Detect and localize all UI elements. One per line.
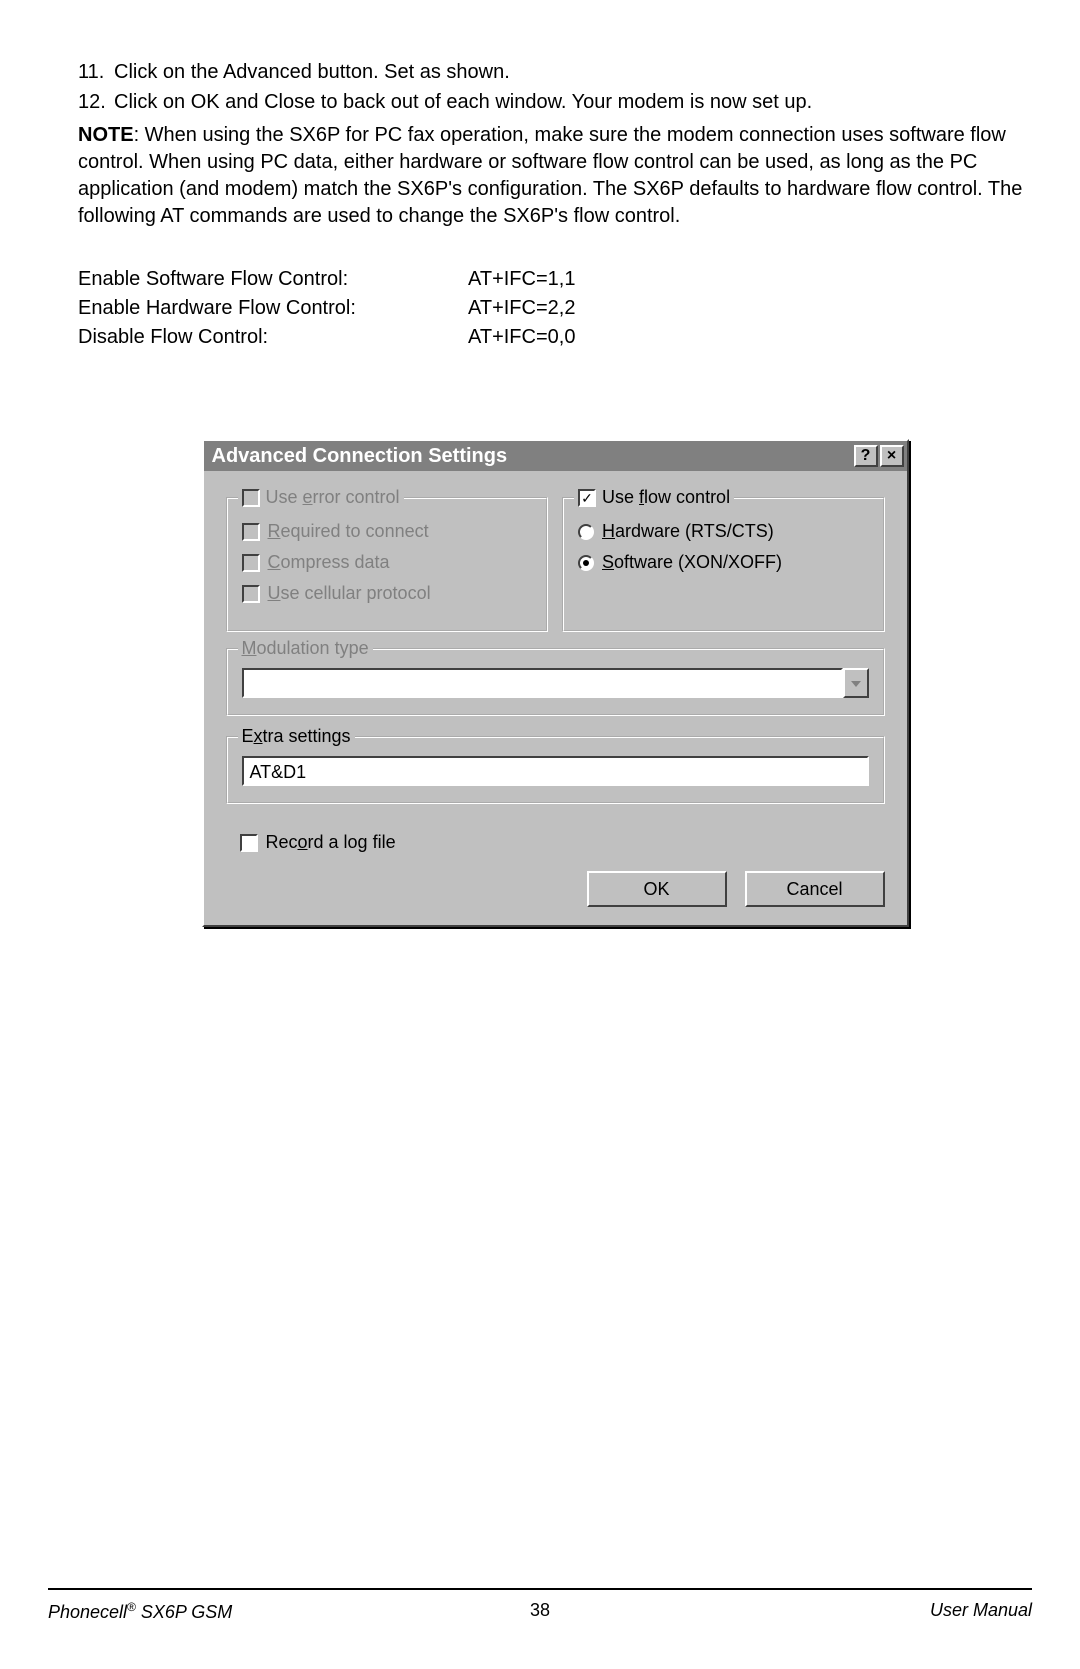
at-row-3-label: Disable Flow Control:: [78, 326, 468, 349]
dialog-title: Advanced Connection Settings: [212, 445, 852, 468]
at-command-table: Enable Software Flow Control: AT+IFC=1,1…: [78, 268, 1032, 349]
cancel-button-label: Cancel: [786, 879, 842, 900]
at-row-3: Disable Flow Control: AT+IFC=0,0: [78, 326, 1032, 349]
extra-settings-input[interactable]: AT&D1: [242, 756, 869, 786]
compress-data-label: Compress data: [268, 552, 390, 573]
help-button[interactable]: ?: [854, 445, 878, 467]
advanced-connection-settings-dialog: Advanced Connection Settings ? × Use err…: [202, 439, 909, 927]
instruction-12: 12.Click on OK and Close to back out of …: [78, 88, 1032, 116]
extra-settings-group: Extra settings AT&D1: [226, 736, 885, 804]
at-row-3-cmd: AT+IFC=0,0: [468, 326, 575, 349]
registered-mark: ®: [127, 1600, 136, 1614]
at-row-2-label: Enable Hardware Flow Control:: [78, 297, 468, 320]
modulation-type-input[interactable]: [242, 668, 843, 698]
titlebar[interactable]: Advanced Connection Settings ? ×: [204, 441, 907, 471]
record-log-file-checkbox[interactable]: [240, 834, 258, 852]
instruction-12-number: 12.: [78, 88, 114, 116]
instruction-12-text: Click on OK and Close to back out of eac…: [114, 91, 812, 113]
use-cellular-protocol-label: Use cellular protocol: [268, 583, 431, 604]
use-flow-control-label: Use flow control: [602, 487, 730, 508]
chevron-down-icon: [851, 676, 861, 690]
modulation-dropdown-button[interactable]: [843, 668, 869, 698]
note-paragraph: NOTE: When using the SX6P for PC fax ope…: [78, 122, 1032, 230]
extra-settings-label: Extra settings: [242, 726, 351, 747]
use-flow-control-checkbox[interactable]: ✓: [578, 489, 596, 507]
modulation-type-label: Modulation type: [242, 638, 369, 659]
cancel-button[interactable]: Cancel: [745, 871, 885, 907]
record-log-file-label: Record a log file: [266, 832, 396, 853]
use-error-control-checkbox: [242, 489, 260, 507]
required-to-connect-checkbox: [242, 523, 260, 541]
at-row-1: Enable Software Flow Control: AT+IFC=1,1: [78, 268, 1032, 291]
page-footer: Phonecell® SX6P GSM 38 User Manual: [48, 1588, 1032, 1623]
compress-data-checkbox: [242, 554, 260, 572]
footer-left: Phonecell® SX6P GSM: [48, 1600, 530, 1623]
instruction-11-number: 11.: [78, 58, 114, 86]
instruction-11: 11.Click on the Advanced button. Set as …: [78, 58, 1032, 86]
use-cellular-protocol-checkbox: [242, 585, 260, 603]
at-row-1-label: Enable Software Flow Control:: [78, 268, 468, 291]
software-label: Software (XON/XOFF): [602, 552, 782, 573]
note-text: : When using the SX6P for PC fax operati…: [78, 124, 1022, 227]
error-control-group: Use error control Required to connect Co…: [226, 497, 549, 632]
flow-control-group: ✓ Use flow control Hardware (RTS/CTS) So…: [562, 497, 885, 632]
modulation-type-group: Modulation type: [226, 648, 885, 716]
footer-model: SX6P GSM: [136, 1602, 232, 1622]
at-row-2-cmd: AT+IFC=2,2: [468, 297, 575, 320]
hardware-label: Hardware (RTS/CTS): [602, 521, 774, 542]
checkmark-icon: ✓: [581, 491, 593, 505]
close-icon: ×: [887, 448, 896, 464]
at-row-2: Enable Hardware Flow Control: AT+IFC=2,2: [78, 297, 1032, 320]
ok-button[interactable]: OK: [587, 871, 727, 907]
at-row-1-cmd: AT+IFC=1,1: [468, 268, 575, 291]
hardware-radio[interactable]: [578, 524, 594, 540]
note-label: NOTE: [78, 124, 134, 146]
required-to-connect-label: Required to connect: [268, 521, 429, 542]
instruction-11-text: Click on the Advanced button. Set as sho…: [114, 61, 510, 83]
ok-button-label: OK: [643, 879, 669, 900]
close-button[interactable]: ×: [880, 445, 904, 467]
help-icon: ?: [861, 448, 871, 464]
software-radio[interactable]: [578, 555, 594, 571]
use-error-control-label: Use error control: [266, 487, 400, 508]
page-number: 38: [530, 1600, 550, 1623]
footer-product-name: Phonecell: [48, 1602, 127, 1622]
modulation-type-combo[interactable]: [242, 668, 869, 698]
footer-right: User Manual: [550, 1600, 1032, 1623]
instructions-list: 11.Click on the Advanced button. Set as …: [78, 58, 1032, 116]
